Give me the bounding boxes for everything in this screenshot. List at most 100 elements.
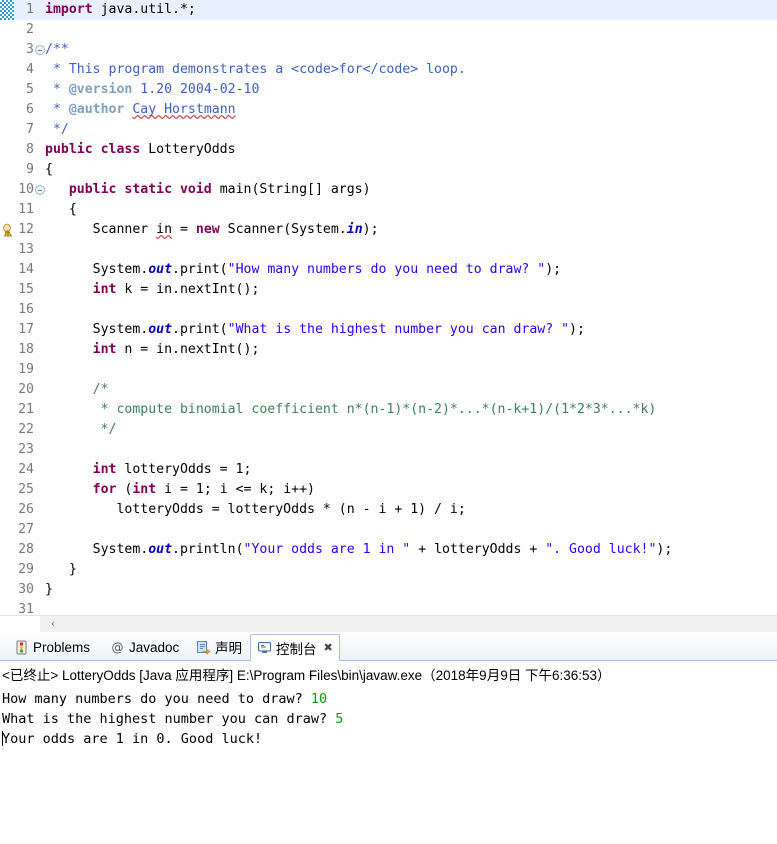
line-number: 4 — [26, 62, 34, 77]
code-token: .print( — [172, 262, 228, 277]
scroll-left-icon[interactable]: ‹ — [45, 616, 61, 632]
problems-icon — [14, 640, 29, 655]
code-token: public static void — [68, 182, 212, 197]
code-line[interactable]: 3 /** — [0, 40, 777, 60]
panel-tab-problems[interactable]: Problems — [8, 634, 96, 660]
code-line[interactable]: 29 } — [0, 560, 777, 580]
editor-horizontal-scrollbar[interactable]: ‹ — [0, 615, 777, 632]
code-line[interactable]: 5 * @version 1.20 2004-02-10 — [0, 80, 777, 100]
code-token: /* — [45, 382, 109, 397]
line-number: 5 — [26, 82, 34, 97]
code-line[interactable]: 15 int k = in.nextInt(); — [0, 280, 777, 300]
code-line[interactable]: 24 int lotteryOdds = 1; — [0, 460, 777, 480]
line-number: 24 — [18, 462, 34, 477]
svg-text:@: @ — [112, 640, 124, 654]
code-token: + lotteryOdds + — [410, 542, 546, 557]
code-token: in — [156, 222, 173, 237]
code-token: Scanner(System. — [219, 222, 347, 237]
code-line[interactable]: 23 — [0, 440, 777, 460]
code-text: import java.util.*; — [45, 0, 196, 20]
declaration-icon — [196, 640, 211, 655]
code-token: n = in.nextInt(); — [116, 342, 260, 357]
code-text: int k = in.nextInt(); — [45, 280, 260, 300]
line-number: 17 — [18, 322, 34, 337]
code-token: out — [148, 542, 173, 557]
code-text: public class LotteryOdds — [45, 140, 236, 160]
code-token: ". Good luck!" — [545, 542, 657, 557]
code-line[interactable]: 10 public static void main(String[] args… — [0, 180, 777, 200]
code-line-list[interactable]: 1 import java.util.*; 2 3/** 4 * This progra… — [0, 0, 777, 620]
code-token: Scanner — [45, 222, 157, 237]
code-text: * @author Cay Horstmann — [45, 100, 236, 120]
code-text: * @version 1.20 2004-02-10 — [45, 80, 259, 100]
editor-text-area[interactable]: 1 import java.util.*; 2 3/** 4 * This progra… — [0, 0, 777, 632]
code-line[interactable]: 14 System.out.print("How many numbers do… — [0, 260, 777, 280]
code-line[interactable]: 17 System.out.print("What is the highest… — [0, 320, 777, 340]
code-line[interactable]: 2 — [0, 20, 777, 40]
scrollbar-corner — [0, 616, 40, 632]
code-token: "What is the highest number you can draw… — [227, 322, 570, 337]
code-token: import — [45, 2, 93, 17]
code-line[interactable]: 27 — [0, 520, 777, 540]
code-fold-toggle-icon[interactable] — [35, 185, 45, 195]
line-number: 3 — [26, 42, 34, 57]
code-line[interactable]: 6 * @author Cay Horstmann — [0, 100, 777, 120]
code-token: ); — [569, 322, 585, 337]
line-number: 7 — [26, 122, 34, 137]
code-line[interactable]: 4 * This program demonstrates a <code>fo… — [0, 60, 777, 80]
code-token: int — [132, 482, 157, 497]
code-token: int — [92, 282, 117, 297]
code-fold-toggle-icon[interactable] — [35, 45, 45, 55]
console-user-input: 5 — [335, 711, 344, 727]
console-output[interactable]: How many numbers do you need to draw? 10… — [0, 687, 777, 749]
code-line[interactable]: 22 */ — [0, 420, 777, 440]
line-number: 9 — [26, 162, 34, 177]
line-number: 6 — [26, 102, 34, 117]
code-line[interactable]: 7 */ — [0, 120, 777, 140]
code-line[interactable]: 19 — [0, 360, 777, 380]
code-token: int — [92, 462, 117, 477]
code-line[interactable]: 30} — [0, 580, 777, 600]
panel-tab-bar[interactable]: Problems @ Javadoc 声明 控制台 ✖ — [0, 632, 777, 661]
code-token: lotteryOdds = lotteryOdds * (n - i + 1) … — [45, 502, 466, 517]
code-line[interactable]: 12 Scanner in = new Scanner(System.in); — [0, 220, 777, 240]
code-token: public class — [45, 142, 141, 157]
line-number: 1 — [26, 2, 34, 17]
code-line[interactable]: 21 * compute binomial coefficient n*(n-1… — [0, 400, 777, 420]
code-line[interactable]: 18 int n = in.nextInt(); — [0, 340, 777, 360]
code-token: LotteryOdds — [140, 142, 236, 157]
code-line[interactable]: 28 System.out.println("Your odds are 1 i… — [0, 540, 777, 560]
code-token: new — [195, 222, 220, 237]
code-line[interactable]: 13 — [0, 240, 777, 260]
panel-tab-label: 声明 — [215, 641, 242, 656]
code-line[interactable]: 9{ — [0, 160, 777, 180]
code-line[interactable]: 1 import java.util.*; — [0, 0, 777, 20]
code-line[interactable]: 26 lotteryOdds = lotteryOdds * (n - i + … — [0, 500, 777, 520]
code-text: * compute binomial coefficient n*(n-1)*(… — [45, 400, 657, 420]
code-token: i = 1; i <= k; i++) — [156, 482, 315, 497]
panel-tab-console[interactable]: 控制台 ✖ — [250, 634, 340, 661]
code-line[interactable]: 20 /* — [0, 380, 777, 400]
close-icon[interactable]: ✖ — [324, 641, 333, 654]
code-text: System.out.print("What is the highest nu… — [45, 320, 585, 340]
code-text: /* — [45, 380, 109, 400]
code-line[interactable]: 8 public class LotteryOdds — [0, 140, 777, 160]
line-number: 21 — [18, 402, 34, 417]
code-line[interactable]: 11 { — [0, 200, 777, 220]
code-token: ); — [545, 262, 562, 277]
java-editor[interactable]: 1 import java.util.*; 2 3/** 4 * This progra… — [0, 0, 777, 632]
code-text: */ — [45, 120, 69, 140]
console-line: How many numbers do you need to draw? 10 — [2, 689, 775, 709]
line-number: 22 — [18, 422, 34, 437]
code-token: lotteryOdds = 1; — [116, 462, 252, 477]
code-token: @author — [68, 102, 125, 117]
code-token: System. — [45, 322, 149, 337]
code-line[interactable]: 16 — [0, 300, 777, 320]
bottom-panel[interactable]: Problems @ Javadoc 声明 控制台 ✖ <已终止> LotteryOdds… — [0, 632, 777, 844]
panel-tab-declaration[interactable]: 声明 — [190, 634, 248, 660]
line-number: 11 — [18, 202, 34, 217]
panel-tab-javadoc[interactable]: @ Javadoc — [104, 634, 185, 660]
code-line[interactable]: 25 for (int i = 1; i <= k; i++) — [0, 480, 777, 500]
